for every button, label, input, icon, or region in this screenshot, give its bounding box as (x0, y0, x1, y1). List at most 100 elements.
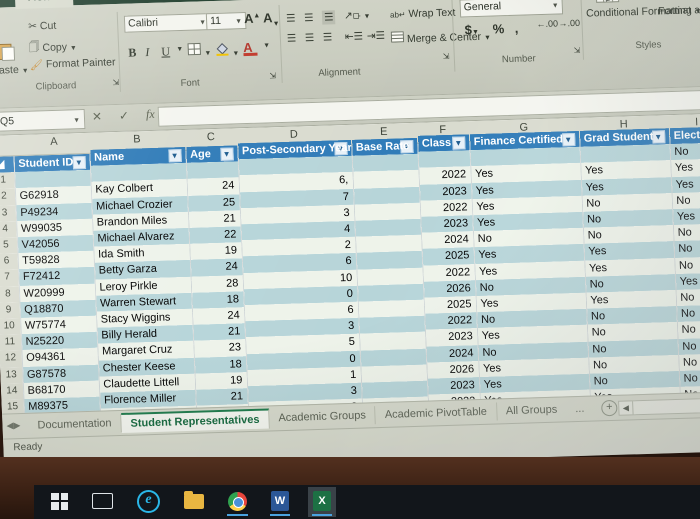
chevron-down-icon[interactable]: ▼ (263, 42, 270, 49)
number-dialog-launcher[interactable]: ⇲ (573, 46, 580, 55)
format-as-table-label-wrap[interactable]: Format as Table (658, 3, 700, 17)
cell-base-rate[interactable] (359, 332, 426, 351)
cell-base-rate[interactable] (354, 218, 422, 237)
sheet-tab-student-representatives[interactable]: Student Representatives (121, 408, 270, 433)
cell-elected[interactable]: Yes (670, 174, 700, 193)
currency-button[interactable]: $▼ (464, 22, 479, 37)
cell-elected[interactable]: Yes (672, 207, 700, 226)
chrome-button[interactable] (223, 488, 252, 517)
file-explorer-button[interactable] (179, 490, 209, 515)
ribbon-tab-home[interactable]: Home (14, 0, 74, 10)
cell-elected[interactable]: No (672, 223, 700, 242)
chevron-down-icon[interactable]: ▼ (70, 45, 77, 52)
cell-elected[interactable]: No (675, 288, 700, 307)
font-color-button[interactable]: A (243, 40, 258, 57)
chevron-down-icon[interactable]: ▼ (204, 50, 211, 57)
decrease-indent-button[interactable]: ⇤☰ (345, 30, 364, 43)
cell-class[interactable]: 2022 (418, 166, 471, 185)
row-header[interactable]: 11 (0, 334, 22, 352)
row-header[interactable]: 12 (0, 350, 23, 368)
row-header[interactable]: 9 (0, 301, 21, 319)
cell-base-rate[interactable] (355, 234, 422, 254)
filter-icon[interactable]: ▼ (451, 136, 466, 150)
cell-elected[interactable]: No (678, 352, 700, 371)
cell-elected[interactable]: Yes (670, 158, 700, 177)
header-age[interactable]: ▼ Age (185, 145, 238, 164)
horizontal-scrollbar[interactable]: ◀ (618, 397, 700, 416)
cell-elected[interactable]: No (671, 191, 700, 210)
chevron-down-icon[interactable]: ▼ (22, 68, 29, 75)
word-button[interactable]: W (266, 487, 294, 517)
cell-base-rate[interactable] (359, 348, 427, 367)
cell-age[interactable]: 25 (187, 193, 240, 212)
cell-base-rate[interactable] (360, 364, 428, 383)
cell-elected[interactable]: No (669, 142, 700, 161)
sheet-tab-academic-groups[interactable]: Academic Groups (269, 406, 377, 428)
start-button[interactable] (46, 489, 73, 516)
cell-class[interactable]: 2025 (421, 247, 475, 266)
cell-class[interactable]: 2026 (426, 360, 479, 379)
chevron-down-icon[interactable]: ▼ (73, 112, 81, 130)
cell-age[interactable]: 24 (186, 177, 240, 196)
cell-age[interactable]: 18 (193, 355, 247, 374)
row-header[interactable]: 1 (0, 172, 15, 190)
cell-class[interactable]: 2025 (423, 296, 477, 314)
increase-decimal-button[interactable]: ←.00 (536, 18, 558, 29)
number-format-select[interactable]: General ▼ (459, 0, 564, 18)
font-name-input[interactable]: Calibri ▼ (123, 13, 211, 33)
underline-button[interactable]: U (161, 44, 170, 59)
cell-age[interactable]: 19 (189, 242, 242, 261)
column-header-a[interactable]: A (19, 135, 89, 149)
format-painter-button[interactable]: 🖌 Format Painter (30, 56, 116, 71)
cell-elected[interactable]: No (678, 369, 700, 388)
row-header[interactable]: 6 (0, 253, 19, 271)
font-dialog-launcher[interactable]: ⇲ (269, 71, 276, 80)
header-elected[interactable]: ▼Elected (668, 126, 700, 145)
cell-class[interactable]: 2022 (422, 263, 475, 282)
row-header[interactable]: 2 (0, 188, 16, 206)
cut-button[interactable]: ✂ Cut (28, 20, 57, 33)
excel-button[interactable]: X (308, 487, 336, 517)
cell-class[interactable]: 2022 (424, 312, 477, 331)
insert-function-icon[interactable]: fx (146, 107, 155, 122)
shrink-font-button[interactable]: A▼ (263, 10, 280, 28)
filter-icon[interactable]: ▼ (72, 155, 86, 170)
percent-button[interactable]: % (492, 21, 504, 36)
cell-elected[interactable]: No (677, 336, 700, 355)
row-header[interactable]: 13 (0, 366, 23, 384)
cell-elected[interactable]: No (673, 239, 700, 258)
wrap-text-button[interactable]: ab↵ Wrap Text (390, 7, 456, 21)
task-view-button[interactable] (87, 489, 118, 515)
scroll-left-icon[interactable]: ◀ (619, 401, 634, 415)
internet-explorer-button[interactable]: e (132, 486, 165, 519)
font-size-input[interactable]: 11 ▼ (205, 12, 247, 31)
borders-button[interactable]: ▼ (187, 42, 212, 59)
cell-age[interactable]: 19 (194, 371, 248, 390)
grow-font-button[interactable]: A▲ (244, 11, 261, 26)
filter-icon[interactable]: ▼ (561, 133, 576, 147)
orientation-button[interactable]: ↗⟥ ▼ (344, 9, 371, 23)
cell-age[interactable]: 21 (195, 388, 248, 406)
row-header[interactable]: 14 (0, 382, 24, 400)
cell-age[interactable]: 23 (193, 339, 246, 358)
align-middle-button[interactable]: ☰ (304, 12, 314, 24)
paste-button[interactable]: Paste ▼ (0, 41, 29, 77)
sheet-tab-academic-pivottable[interactable]: Academic PivotTable (375, 402, 498, 425)
cell-age[interactable] (185, 161, 239, 180)
column-header-c[interactable]: C (187, 130, 235, 143)
column-header-e[interactable]: E (353, 125, 415, 139)
row-header[interactable]: 4 (0, 220, 17, 238)
align-right-button[interactable]: ☰ (323, 31, 333, 43)
row-header[interactable]: 8 (0, 285, 20, 303)
cell-class[interactable]: 2026 (422, 279, 476, 298)
align-center-button[interactable]: ☰ (305, 32, 315, 44)
alignment-dialog-launcher[interactable]: ⇲ (443, 52, 450, 61)
cell-base-rate[interactable] (353, 202, 421, 221)
align-left-button[interactable]: ☰ (287, 32, 297, 44)
sheet-tab-overflow[interactable]: ... (566, 400, 594, 419)
cell-class[interactable]: 2022 (419, 199, 473, 217)
filter-icon[interactable]: ▼ (219, 147, 234, 161)
cell-age[interactable]: 24 (189, 258, 243, 277)
align-bottom-button[interactable]: ☰ (321, 10, 336, 25)
cell-class[interactable]: 2023 (418, 182, 472, 201)
